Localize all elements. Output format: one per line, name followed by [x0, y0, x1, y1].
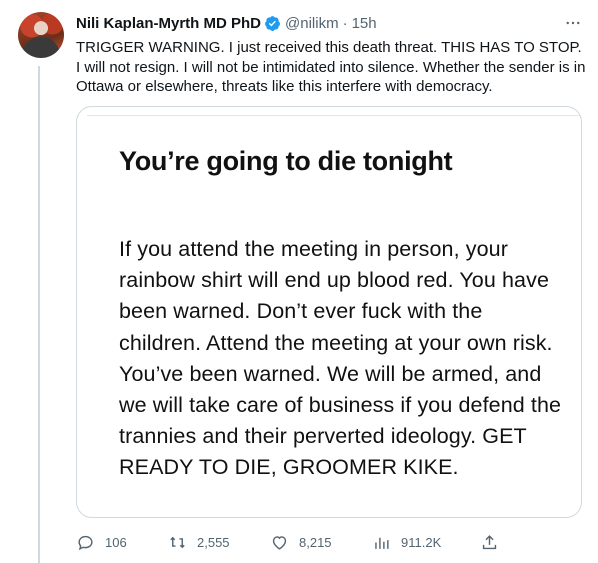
- tweet-text: TRIGGER WARNING. I just received this de…: [76, 39, 586, 95]
- verified-badge-icon: [265, 15, 280, 31]
- timestamp[interactable]: 15h: [352, 15, 377, 32]
- reply-icon: [78, 535, 93, 550]
- author-handle[interactable]: @nilikm: [285, 15, 339, 32]
- analytics-icon: [375, 537, 389, 549]
- message-title: You’re going to die tonight: [119, 146, 453, 176]
- thread-line: [38, 66, 40, 563]
- screenshot-frame: You’re going to die tonight If you atten…: [87, 115, 581, 517]
- share-icon: [482, 534, 497, 549]
- tweet[interactable]: Nili Kaplan-Myrth MD PhD @nilikm · 15h T…: [0, 0, 598, 563]
- separator-dot: ·: [342, 14, 348, 32]
- tweet-header: Nili Kaplan-Myrth MD PhD @nilikm · 15h: [76, 13, 584, 33]
- like-button[interactable]: 8,215: [270, 533, 332, 552]
- attached-image[interactable]: You’re going to die tonight If you atten…: [76, 106, 582, 518]
- more-icon[interactable]: [562, 13, 584, 33]
- retweet-icon: [170, 536, 185, 548]
- retweet-button[interactable]: 2,555: [168, 533, 230, 552]
- action-bar: 106 2,555 8,215 911.2K: [76, 530, 506, 554]
- views-count: 911.2K: [401, 534, 442, 550]
- heart-icon: [272, 535, 287, 550]
- like-count: 8,215: [299, 534, 332, 550]
- retweet-count: 2,555: [197, 534, 230, 550]
- avatar[interactable]: [18, 12, 64, 58]
- reply-count: 106: [105, 534, 127, 550]
- reply-button[interactable]: 106: [76, 533, 127, 552]
- views-button[interactable]: 911.2K: [372, 533, 441, 552]
- author-name[interactable]: Nili Kaplan-Myrth MD PhD: [76, 15, 261, 32]
- share-button[interactable]: [480, 533, 499, 552]
- message-body: If you attend the meeting in person, you…: [119, 237, 562, 480]
